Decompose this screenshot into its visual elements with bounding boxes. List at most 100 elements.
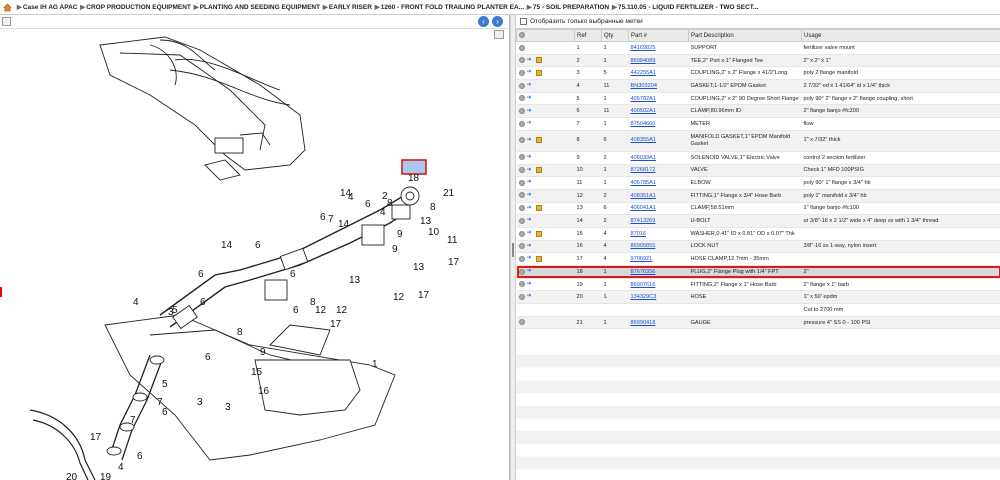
callout-label[interactable]: 6 xyxy=(162,407,168,418)
link-arrow-icon[interactable]: ➜ xyxy=(527,243,534,249)
table-row[interactable]: ➜ 3 5 442255A1 COUPLING,2" x 2" Flange x 41/… xyxy=(516,66,1000,81)
callout-label[interactable]: 3 xyxy=(197,397,203,408)
table-row[interactable]: ➜ 9 2 406039A1 SOLENOID VALVE,1" Electric Va… xyxy=(516,151,1000,165)
breadcrumb-item[interactable]: Case IH AG APAC xyxy=(23,4,78,11)
select-radio-icon[interactable] xyxy=(518,205,525,212)
callout-label[interactable]: 12 xyxy=(336,305,348,316)
callout-label[interactable]: 9 xyxy=(392,244,398,255)
table-row[interactable]: ➜ 4 11 BN303204 GASKET,1-1/2" EPDM Gasket 2 7… xyxy=(516,79,1000,93)
select-radio-icon[interactable] xyxy=(518,319,525,326)
callout-label[interactable]: 14 xyxy=(221,240,233,251)
callout-label[interactable]: 8 xyxy=(237,327,243,338)
part-number-link[interactable]: 87268172 xyxy=(631,167,656,173)
select-radio-icon[interactable] xyxy=(518,293,525,300)
select-radio-icon[interactable] xyxy=(518,255,525,262)
callout-label[interactable]: 6 xyxy=(365,199,371,210)
select-radio-icon[interactable] xyxy=(518,268,525,275)
callout-label[interactable]: 3 xyxy=(225,402,231,413)
callout-label[interactable]: 19 xyxy=(100,472,112,480)
callout-label[interactable]: 6 xyxy=(293,305,299,316)
callout-label[interactable]: 17 xyxy=(90,432,102,443)
callout-label[interactable]: 7 xyxy=(157,397,163,408)
breadcrumb-item[interactable]: 75.110.05 - LIQUID FERTILIZER - TWO SECT… xyxy=(618,4,759,11)
callout-label[interactable]: 13 xyxy=(349,275,361,286)
table-row[interactable]: ➜ 2 1 86984089 TEE,2" Port x 1" Flanged Tee 2… xyxy=(516,54,1000,68)
part-number-link[interactable]: 87676356 xyxy=(631,269,656,275)
callout-label[interactable]: 21 xyxy=(443,188,455,199)
table-row[interactable]: Cut to 2700 mm xyxy=(516,303,1000,317)
settings-icon[interactable] xyxy=(519,32,525,39)
column-header[interactable]: Part Description xyxy=(688,29,802,42)
home-icon[interactable] xyxy=(3,3,12,12)
callout-label[interactable]: 7 xyxy=(328,214,334,225)
part-number-link[interactable]: 408351A1 xyxy=(631,193,657,199)
package-icon[interactable] xyxy=(535,167,542,174)
link-arrow-icon[interactable]: ➜ xyxy=(527,281,534,287)
callout-label[interactable]: 20 xyxy=(66,472,78,480)
select-radio-icon[interactable] xyxy=(518,57,525,64)
select-radio-icon[interactable] xyxy=(518,243,525,250)
callout-label[interactable]: 13 xyxy=(420,216,432,227)
callout-label[interactable]: 5 xyxy=(162,379,168,390)
link-arrow-icon[interactable]: ➜ xyxy=(527,95,534,101)
table-row[interactable]: ➜ 5 1 405782A1 COUPLING,2" x 2" 90 Degree Sh… xyxy=(516,92,1000,106)
column-header[interactable]: Usage xyxy=(801,29,1000,42)
part-number-link[interactable]: 406041A1 xyxy=(631,205,657,211)
part-number-link[interactable]: 9706921 xyxy=(631,256,653,262)
package-icon[interactable] xyxy=(535,230,542,237)
callout-label[interactable]: 18 xyxy=(408,173,420,184)
link-arrow-icon[interactable]: ➜ xyxy=(527,255,534,261)
table-row[interactable]: ➜ 16 4 86905855 LOCK NUT 3/8"-16 ss 1-way, ny… xyxy=(516,240,1000,254)
part-number-link[interactable]: 408355A1 xyxy=(631,137,657,143)
select-radio-icon[interactable] xyxy=(518,82,525,89)
select-radio-icon[interactable] xyxy=(518,217,525,224)
filter-checkbox[interactable] xyxy=(520,17,527,25)
select-radio-icon[interactable] xyxy=(518,154,525,161)
select-radio-icon[interactable] xyxy=(518,69,525,76)
callout-label[interactable]: 16 xyxy=(258,386,270,397)
part-number-link[interactable]: 84169825 xyxy=(631,45,656,51)
part-number-link[interactable]: 442255A1 xyxy=(631,70,657,76)
table-row[interactable]: ➜ 7 1 87504660 METER flow xyxy=(516,117,1000,131)
part-number-link[interactable]: 86990418 xyxy=(631,320,656,326)
callout-label[interactable]: 14 xyxy=(340,188,352,199)
link-arrow-icon[interactable]: ➜ xyxy=(527,179,534,185)
package-icon[interactable] xyxy=(535,137,542,144)
select-radio-icon[interactable] xyxy=(518,281,525,288)
column-header[interactable]: Part # xyxy=(628,29,689,42)
callout-label[interactable]: 4 xyxy=(380,207,386,218)
part-number-link[interactable]: BN303204 xyxy=(631,83,657,89)
callout-label[interactable]: 12 xyxy=(315,305,327,316)
package-icon[interactable] xyxy=(535,255,542,262)
part-number-link[interactable]: 400502A1 xyxy=(631,108,657,114)
column-header-icons[interactable] xyxy=(516,29,575,42)
table-row[interactable]: ➜ 12 2 408351A1 FITTING,1" Flange x 3/4" Hos… xyxy=(516,189,1000,203)
table-row[interactable]: ➜ 15 4 87016 WASHER,0.41" ID x 0.81" OD x 0.… xyxy=(516,227,1000,241)
callout-label[interactable]: 11 xyxy=(447,235,458,246)
link-arrow-icon[interactable]: ➜ xyxy=(527,82,534,88)
link-arrow-icon[interactable]: ➜ xyxy=(527,154,534,160)
select-radio-icon[interactable] xyxy=(518,192,525,199)
callout-label[interactable]: 4 xyxy=(133,297,139,308)
table-row[interactable]: ➜ 6 11 400502A1 CLAMP,80.96mm ID 2" flange ba… xyxy=(516,104,1000,119)
select-radio-icon[interactable] xyxy=(518,44,525,51)
part-number-link[interactable]: 87016 xyxy=(631,231,647,237)
part-number-link[interactable]: 86984089 xyxy=(631,58,656,64)
callout-label[interactable]: 6 xyxy=(198,269,204,280)
callout-label[interactable]: 6 xyxy=(205,352,211,363)
callout-label[interactable]: 9 xyxy=(260,347,266,358)
callout-label[interactable]: 8 xyxy=(430,202,436,213)
callout-label[interactable]: 8 xyxy=(387,198,393,209)
callout-label[interactable]: 17 xyxy=(330,319,342,330)
callout-label[interactable]: 4 xyxy=(118,462,124,473)
select-radio-icon[interactable] xyxy=(518,230,525,237)
table-row[interactable]: ➜ 17 4 9706921 HOSE CLAMP,12.7mm - 35mm xyxy=(516,252,1000,266)
link-arrow-icon[interactable]: ➜ xyxy=(527,192,534,198)
column-header[interactable]: Ref xyxy=(574,29,602,42)
callout-label[interactable]: 13 xyxy=(413,262,425,273)
part-number-link[interactable]: 87504660 xyxy=(631,121,656,127)
breadcrumb-item[interactable]: PLANTING AND SEEDING EQUIPMENT xyxy=(200,4,320,11)
link-arrow-icon[interactable]: ➜ xyxy=(527,293,534,299)
callout-label[interactable]: 6 xyxy=(320,212,326,223)
link-arrow-icon[interactable]: ➜ xyxy=(527,268,534,274)
